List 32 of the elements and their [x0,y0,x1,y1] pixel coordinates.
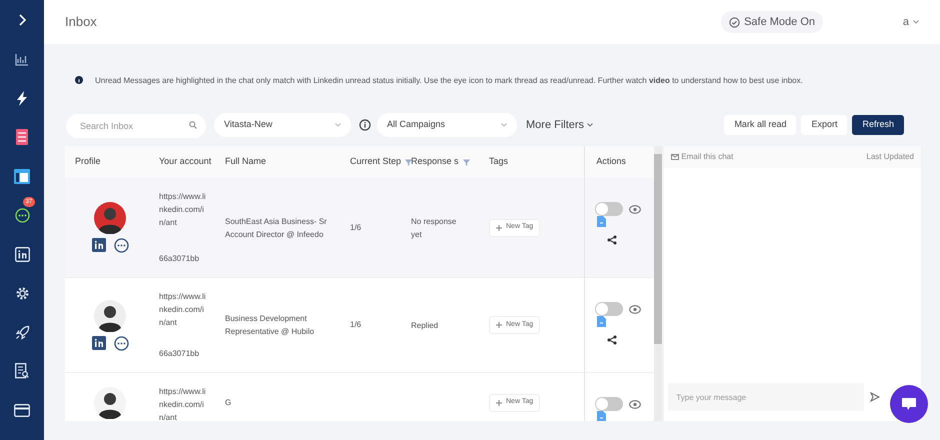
column-header: Actions [585,146,654,178]
column-header[interactable]: Tags [489,155,508,169]
response-status: Replied [411,320,438,332]
account-id: 66a3071bb [159,348,200,360]
account-url: https://www.linkedin.com/in/ant [159,191,207,229]
action-button[interactable]: Export [801,115,848,135]
account-select[interactable]: Vitasta-New [214,113,351,137]
account-id: 66a3071bb [159,253,200,265]
column-header[interactable]: Response s [411,155,470,169]
more-filters-button[interactable]: More Filters [526,116,594,134]
response-status: No response yet [411,216,458,240]
page-title: Inbox [65,13,97,32]
message-field[interactable]: Type your message [668,383,864,411]
info-notice: Unread Messages are highlighted in the chat only match with Linkedin unread status initially. Use the eye icon to mark thread as read/unread. Further watch video to understand how to best use inbox. [95,75,803,87]
action-button[interactable]: Mark all read [724,115,796,135]
job-title: Business Development Representative @ Hubilo [225,313,316,338]
last-updated-label: Last Updated [866,151,914,163]
account-url: https://www.linkedin.com/in/ant [159,291,207,329]
search-field[interactable]: Search Inbox [66,114,206,138]
step-count: 1/6 [350,222,362,234]
column-header[interactable]: Full Name [225,155,266,169]
job-title: SouthEast Asia Business- Sr Account Director @ Infeedo [225,216,328,240]
safe-mode-badge[interactable]: Safe Mode On [721,11,823,33]
action-button[interactable]: Refresh [852,115,904,135]
column-header[interactable]: Current Step [350,155,412,169]
step-count: 1/6 [350,319,362,331]
column-header[interactable]: Your account [159,155,212,169]
job-title: G [225,397,232,409]
campaign-select[interactable]: All Campaigns [377,113,517,137]
column-header[interactable]: Profile [75,155,101,169]
account-url: https://www.linkedin.com/in/ant [159,386,207,421]
user-menu[interactable]: a [902,14,909,30]
